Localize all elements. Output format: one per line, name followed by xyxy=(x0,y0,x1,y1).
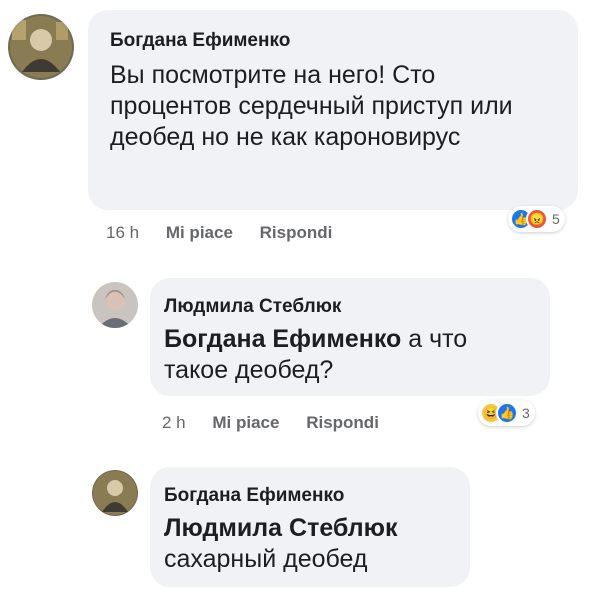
comment-text: сахарный деобед xyxy=(164,545,368,573)
comment-bubble: Людмила Стеблюк Богдана Ефименко а что т… xyxy=(150,278,550,396)
comment-author[interactable]: Богдана Ефименко xyxy=(164,485,454,507)
reaction-count: 3 xyxy=(522,405,530,421)
comment-timestamp[interactable]: 2 h xyxy=(162,413,186,432)
comment-bubble: Богдана Ефименко Вы посмотрите на него! … xyxy=(88,10,578,210)
reply-link[interactable]: Rispondi xyxy=(306,413,379,432)
comment-bubble: Богдана Ефименко Людмила Стеблюк сахарны… xyxy=(150,467,470,587)
comment-actions: 2 h Mi piace Rispondi xyxy=(162,413,401,433)
reaction-count: 5 xyxy=(552,211,560,227)
mention-link[interactable]: Людмила Стеблюк xyxy=(164,513,454,544)
mention-link[interactable]: Богдана Ефименко xyxy=(164,325,401,353)
like-icon: 👍 xyxy=(496,402,518,424)
avatar[interactable] xyxy=(8,14,74,80)
icon-avatar-image xyxy=(92,282,138,328)
comment-author[interactable]: Богдана Ефименко xyxy=(110,30,562,52)
comment-author[interactable]: Людмила Стеблюк xyxy=(164,296,534,318)
comment-text: Богдана Ефименко а что такое деобед? xyxy=(164,324,534,386)
icon-avatar-image xyxy=(8,14,74,80)
angry-icon: 😠 xyxy=(526,208,548,230)
reaction-summary[interactable]: 😆 👍 3 xyxy=(478,400,535,426)
avatar[interactable] xyxy=(92,282,138,328)
comment-timestamp[interactable]: 16 h xyxy=(106,223,139,242)
like-link[interactable]: Mi piace xyxy=(212,413,279,432)
reply-link[interactable]: Rispondi xyxy=(260,223,333,242)
comment-text: Вы посмотрите на него! Сто процентов сер… xyxy=(110,61,513,151)
comment-actions: 16 h Mi piace Rispondi xyxy=(106,223,354,243)
avatar[interactable] xyxy=(92,470,138,516)
reaction-summary[interactable]: 👍 😠 5 xyxy=(508,206,565,232)
icon-avatar-image xyxy=(92,470,138,516)
like-link[interactable]: Mi piace xyxy=(166,223,233,242)
